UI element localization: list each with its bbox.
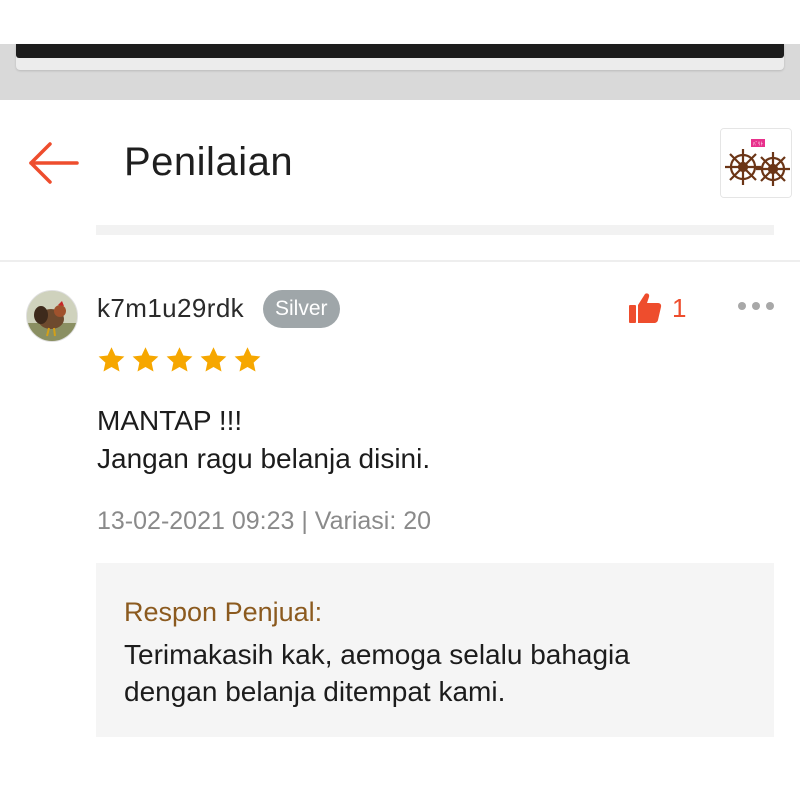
arrow-left-icon bbox=[29, 142, 79, 184]
star-icon bbox=[234, 347, 261, 372]
product-thumbnail[interactable]: ﾊﾞﾘﾄ bbox=[720, 128, 792, 198]
more-options-button[interactable] bbox=[734, 294, 778, 318]
member-badge: Silver bbox=[263, 290, 340, 328]
comment-line: Jangan ragu belanja disini. bbox=[97, 443, 431, 474]
seller-response-line: Terimakasih kak, aemoga selalu bahagia bbox=[124, 639, 630, 670]
star-icon bbox=[98, 347, 125, 372]
avatar[interactable] bbox=[26, 290, 78, 342]
star-icon bbox=[166, 347, 193, 372]
review-comment: MANTAP !!! Jangan ragu belanja disini. bbox=[97, 402, 757, 478]
thumbs-up-icon bbox=[629, 293, 662, 323]
review-meta: 13-02-2021 09:23 | Variasi: 20 bbox=[97, 507, 432, 535]
page-title: Penilaian bbox=[124, 140, 294, 184]
comment-line: MANTAP !!! bbox=[97, 405, 243, 436]
seller-response-text: Terimakasih kak, aemoga selalu bahagia d… bbox=[124, 636, 746, 710]
top-band bbox=[0, 0, 800, 100]
seller-response-line: dengan belanja ditempat kami. bbox=[124, 676, 506, 707]
seller-response-title: Respon Penjual: bbox=[124, 597, 323, 627]
back-button[interactable] bbox=[22, 138, 84, 188]
star-rating bbox=[96, 345, 263, 375]
more-dot-icon bbox=[766, 302, 774, 310]
avatar-image bbox=[27, 291, 77, 341]
more-dot-icon bbox=[738, 302, 746, 310]
top-dark-bar bbox=[16, 44, 784, 58]
review-page: Penilaian ﾊﾞﾘﾄ k7m1u29rdk Silver 1 MANTA… bbox=[0, 0, 800, 800]
reviewer-username[interactable]: k7m1u29rdk bbox=[97, 293, 244, 324]
divider bbox=[0, 260, 800, 262]
star-icon bbox=[200, 347, 227, 372]
star-icon bbox=[132, 347, 159, 372]
like-button[interactable]: 1 bbox=[628, 288, 686, 328]
header: Penilaian ﾊﾞﾘﾄ bbox=[0, 100, 800, 235]
like-count: 1 bbox=[672, 292, 687, 323]
filter-strip bbox=[96, 225, 774, 235]
ship-wheel-image: ﾊﾞﾘﾄ bbox=[721, 129, 791, 197]
thumbnail-badge-text: ﾊﾞﾘﾄ bbox=[753, 141, 764, 148]
seller-response: Respon Penjual: Terimakasih kak, aemoga … bbox=[96, 563, 774, 737]
more-dot-icon bbox=[752, 302, 760, 310]
